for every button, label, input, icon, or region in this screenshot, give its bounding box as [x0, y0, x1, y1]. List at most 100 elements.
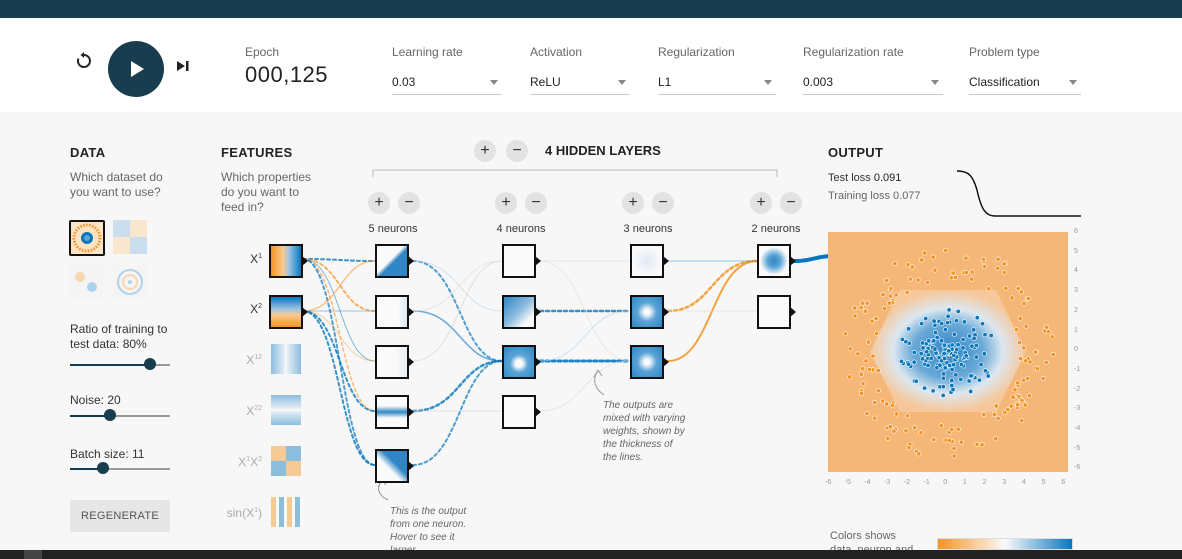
data-point [993, 403, 999, 409]
data-point [903, 428, 909, 434]
neuron-l2-3[interactable] [502, 345, 541, 379]
data-point [864, 411, 870, 417]
add-neuron-layer3-button[interactable]: + [622, 192, 644, 214]
data-point [858, 304, 864, 310]
feature-x1-squared-node[interactable] [271, 344, 301, 374]
data-point [891, 428, 897, 434]
output-arrow-icon [535, 256, 541, 266]
data-point [1050, 351, 1056, 357]
data-point [943, 247, 949, 253]
data-point [1001, 261, 1007, 267]
data-point [1019, 418, 1025, 424]
data-point [979, 321, 985, 327]
data-point [892, 260, 898, 266]
neuron-l2-2[interactable] [502, 295, 541, 329]
data-point [931, 436, 937, 442]
data-point [946, 348, 952, 354]
output-arrow-icon [535, 407, 541, 417]
output-arrow-icon [408, 357, 414, 367]
data-point [969, 276, 975, 282]
remove-layer-button[interactable]: − [506, 140, 528, 162]
neuron-l1-5[interactable] [375, 449, 414, 483]
feature-x2-squared-node[interactable] [271, 395, 301, 425]
feature-x1-node[interactable] [269, 244, 308, 278]
data-point [942, 327, 948, 333]
data-point [946, 437, 952, 443]
output-arrow-icon [408, 461, 414, 471]
data-point [939, 338, 945, 344]
x-tick-label: 4 [1022, 479, 1026, 486]
data-point [950, 387, 956, 393]
data-point [974, 441, 980, 447]
data-point [979, 442, 985, 448]
data-point [894, 411, 900, 417]
neuron-l3-1[interactable] [630, 244, 669, 278]
weights-note: The outputs are mixed with varying weights… [603, 400, 686, 463]
data-point [953, 372, 959, 378]
neuron-l1-2[interactable] [375, 295, 414, 329]
add-neuron-layer4-button[interactable]: + [750, 192, 772, 214]
data-point [930, 388, 936, 394]
x-tick-label: 5 [1041, 479, 1046, 486]
test-loss: Test loss 0.091 [828, 172, 902, 184]
add-neuron-layer1-button[interactable]: + [368, 192, 390, 214]
data-point [991, 411, 997, 417]
data-point [880, 292, 886, 298]
remove-neuron-layer4-button[interactable]: − [780, 192, 802, 214]
x-tick-label: -1 [923, 479, 930, 486]
data-point [982, 332, 988, 338]
data-point [978, 362, 984, 368]
output-heatmap[interactable] [828, 232, 1068, 472]
data-point [1014, 327, 1020, 333]
data-point [1040, 375, 1046, 381]
data-point [1017, 315, 1023, 321]
x-tick-label: -6 [825, 479, 832, 486]
data-point [847, 346, 853, 352]
data-point [932, 267, 938, 273]
data-point [993, 436, 999, 442]
remove-neuron-layer1-button[interactable]: − [398, 192, 420, 214]
data-point [882, 306, 888, 312]
bottom-bar [0, 550, 1182, 559]
data-point [940, 384, 946, 390]
neuron-l1-3[interactable] [375, 345, 414, 379]
data-point [986, 286, 992, 292]
feature-x1x2-node[interactable] [271, 446, 301, 476]
data-point [1023, 358, 1029, 364]
data-point [1025, 295, 1031, 301]
data-point [888, 285, 894, 291]
data-point [932, 330, 938, 336]
remove-neuron-layer2-button[interactable]: − [525, 192, 547, 214]
data-point [1021, 301, 1027, 307]
data-point [995, 256, 1001, 262]
data-point [899, 336, 905, 342]
add-layer-button[interactable]: + [474, 140, 496, 162]
color-scale-bar [937, 538, 1073, 550]
neuron-l1-4[interactable] [375, 395, 414, 429]
output-heading: OUTPUT [828, 145, 884, 160]
add-neuron-layer2-button[interactable]: + [495, 192, 517, 214]
data-point [951, 331, 957, 337]
remove-neuron-layer3-button[interactable]: − [652, 192, 674, 214]
neuron-l1-1[interactable] [375, 244, 414, 278]
data-point [934, 334, 940, 340]
data-point [960, 345, 966, 351]
data-point [915, 277, 921, 283]
data-point [1045, 329, 1051, 335]
data-point [918, 351, 924, 357]
neuron-l3-2[interactable] [630, 295, 669, 329]
neuron-l3-3[interactable] [630, 345, 669, 379]
neuron-l2-1[interactable] [502, 244, 541, 278]
data-point [847, 374, 853, 380]
neuron-l4-1[interactable] [757, 244, 796, 278]
output-arrow-icon [408, 256, 414, 266]
data-point [951, 352, 957, 358]
data-point [1015, 402, 1021, 408]
data-point [950, 270, 956, 276]
data-point [919, 321, 925, 327]
neuron-l2-4[interactable] [502, 395, 541, 429]
data-point [919, 340, 925, 346]
neuron-l4-2[interactable] [757, 295, 796, 329]
feature-x2-node[interactable] [269, 295, 308, 329]
feature-sin-x1-node[interactable] [271, 497, 301, 527]
